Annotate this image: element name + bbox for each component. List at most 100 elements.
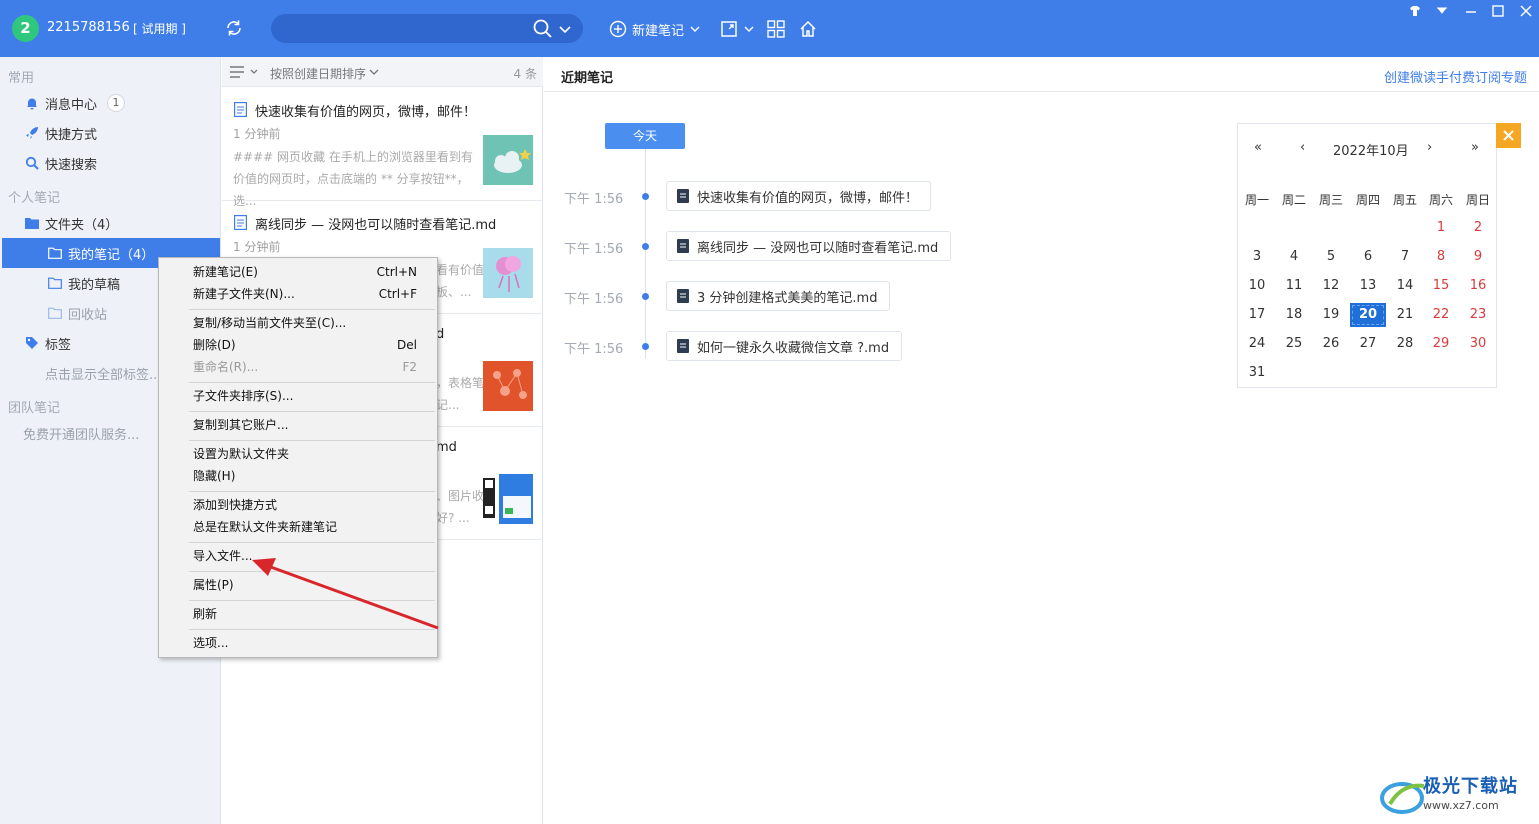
calendar-day[interactable]: 14 — [1387, 274, 1423, 298]
menu-item-always-default[interactable]: 总是在默认文件夹新建笔记 — [193, 516, 417, 538]
calendar-day[interactable]: 16 — [1460, 274, 1496, 298]
menu-item-label: 隐藏(H) — [193, 469, 236, 483]
menu-item-import-file[interactable]: 导入文件... — [193, 545, 417, 567]
sidebar-item-my-drafts[interactable]: 我的草稿 — [48, 268, 120, 298]
calendar-day[interactable]: 23 — [1460, 303, 1496, 327]
calendar-day[interactable]: 26 — [1313, 332, 1349, 356]
menu-item-copy-move[interactable]: 复制/移动当前文件夹至(C)... — [193, 312, 417, 334]
menu-item-hide[interactable]: 隐藏(H) — [193, 465, 417, 487]
menu-item-label: 子文件夹排序(S)... — [193, 389, 294, 403]
home-icon[interactable] — [798, 19, 818, 39]
note-title: md — [436, 440, 457, 455]
timeline-note-card[interactable]: 快速收集有价值的网页，微博，邮件！ — [666, 181, 932, 211]
skin-icon[interactable] — [1407, 3, 1423, 19]
maximize-icon[interactable] — [1490, 3, 1506, 19]
trial-badge[interactable]: [ 试用期 ] — [133, 20, 186, 37]
calendar-day[interactable]: 13 — [1350, 274, 1386, 298]
calendar-day[interactable]: 3 — [1239, 245, 1275, 269]
menu-item-new-subfolder[interactable]: 新建子文件夹(N)... Ctrl+F — [193, 283, 417, 305]
calendar-day[interactable]: 2 — [1460, 216, 1496, 240]
menu-item-set-default[interactable]: 设置为默认文件夹 — [193, 443, 417, 465]
menu-item-new-note[interactable]: 新建笔记(E) Ctrl+N — [193, 261, 417, 283]
close-icon[interactable] — [1496, 123, 1521, 148]
next-year-button[interactable]: » — [1471, 140, 1479, 155]
next-month-button[interactable]: › — [1427, 140, 1432, 155]
sidebar-team-hint[interactable]: 免费开通团队服务... — [23, 418, 139, 448]
menu-item-add-shortcut[interactable]: 添加到快捷方式 — [193, 494, 417, 516]
calendar-day[interactable]: 1 — [1423, 216, 1459, 240]
sidebar-item-quick-search[interactable]: 快速搜索 — [25, 148, 97, 178]
calendar-day[interactable]: 6 — [1350, 245, 1386, 269]
close-icon[interactable] — [1518, 3, 1534, 19]
timeline-note-card[interactable]: 离线同步 — 没网也可以随时查看笔记.md — [666, 231, 952, 261]
calendar-month-label: 2022年10月 — [1333, 144, 1409, 159]
minimize-icon[interactable] — [1463, 3, 1479, 19]
calendar-day[interactable]: 30 — [1460, 332, 1496, 356]
today-button[interactable]: 今天 — [605, 123, 685, 149]
menu-item-rename[interactable]: 重命名(R)... F2 — [193, 356, 417, 378]
menu-item-sort-subfolders[interactable]: 子文件夹排序(S)... — [193, 385, 417, 407]
timeline-time: 下午 1:56 — [564, 342, 624, 357]
prev-month-button[interactable]: ‹ — [1300, 140, 1305, 155]
sidebar-tags-hint[interactable]: 点击显示全部标签... — [45, 358, 161, 388]
calendar-day[interactable]: 19 — [1313, 303, 1349, 327]
menu-item-label: 添加到快捷方式 — [193, 498, 278, 512]
calendar-day[interactable]: 15 — [1423, 274, 1459, 298]
menu-item-options[interactable]: 选项... — [193, 632, 417, 654]
search-icon[interactable] — [532, 18, 554, 40]
timeline-note-card[interactable]: 3 分钟创建格式美美的笔记.md — [666, 281, 891, 311]
sidebar-item-tags[interactable]: 标签 — [25, 328, 71, 358]
prev-year-button[interactable]: « — [1254, 140, 1262, 155]
document-icon — [677, 189, 689, 203]
calendar-day[interactable]: 10 — [1239, 274, 1275, 298]
calendar-day[interactable]: 21 — [1387, 303, 1423, 327]
weekday-label: 周四 — [1355, 193, 1380, 207]
calendar-day[interactable]: 25 — [1276, 332, 1312, 356]
menu-icon[interactable] — [1434, 3, 1450, 19]
list-view-icon[interactable] — [230, 65, 260, 79]
sidebar-item-message-center[interactable]: 消息中心 1 — [25, 88, 126, 118]
calendar-day[interactable]: 4 — [1276, 245, 1312, 269]
calendar-day[interactable]: 17 — [1239, 303, 1275, 327]
calendar-day[interactable]: 11 — [1276, 274, 1312, 298]
grid-icon[interactable] — [766, 19, 786, 39]
chevron-down-icon[interactable] — [743, 19, 755, 39]
calendar-day[interactable]: 24 — [1239, 332, 1275, 356]
note-thumbnail — [483, 248, 533, 298]
sidebar-item-recycle-bin[interactable]: 回收站 — [48, 298, 107, 328]
calendar-day[interactable]: 18 — [1276, 303, 1312, 327]
sidebar-item-folders[interactable]: 文件夹（4） — [25, 208, 118, 238]
calendar-day[interactable]: 12 — [1313, 274, 1349, 298]
calendar-day[interactable]: 28 — [1387, 332, 1423, 356]
note-card[interactable]: 快速收集有价值的网页，微博，邮件！ 1 分钟前 #### 网页收藏 在手机上的浏… — [222, 88, 543, 208]
calendar-day[interactable]: 5 — [1313, 245, 1349, 269]
calendar-day-today[interactable]: 20 — [1350, 303, 1386, 327]
menu-item-delete[interactable]: 删除(D) Del — [193, 334, 417, 356]
user-id[interactable]: 2215788156 — [47, 20, 130, 35]
calendar-day[interactable]: 29 — [1423, 332, 1459, 356]
menu-item-copy-to-account[interactable]: 复制到其它账户... — [193, 414, 417, 436]
avatar[interactable]: 2 — [12, 15, 39, 42]
note-snippet: ，表格笔记... — [436, 376, 485, 412]
timeline-note-card[interactable]: 如何一键永久收藏微信文章 ?.md — [666, 331, 903, 361]
calendar-day[interactable]: 9 — [1460, 245, 1496, 269]
menu-item-label: 新建笔记(E) — [193, 265, 258, 279]
calendar-day[interactable]: 27 — [1350, 332, 1386, 356]
timeline-note-title: 快速收集有价值的网页，微博，邮件！ — [697, 190, 919, 206]
calendar-day[interactable]: 22 — [1423, 303, 1459, 327]
sync-icon[interactable] — [224, 18, 244, 38]
timeline-note-title: 离线同步 — 没网也可以随时查看笔记.md — [697, 240, 939, 256]
calendar-day[interactable]: 8 — [1423, 245, 1459, 269]
menu-item-refresh[interactable]: 刷新 — [193, 603, 417, 625]
sidebar-item-shortcuts[interactable]: 快捷方式 — [25, 118, 97, 148]
new-note-button[interactable]: 新建笔记 — [609, 19, 701, 39]
sort-dropdown[interactable]: 按照创建日期排序 — [270, 65, 366, 82]
subscription-link[interactable]: 创建微读手付费订阅专题 — [1384, 67, 1527, 86]
menu-item-properties[interactable]: 属性(P) — [193, 574, 417, 596]
page-title: 近期笔记 — [561, 71, 614, 86]
chevron-down-icon[interactable] — [558, 22, 572, 36]
calendar-day[interactable]: 31 — [1239, 361, 1275, 385]
expand-icon[interactable] — [719, 19, 739, 39]
calendar-day[interactable]: 7 — [1387, 245, 1423, 269]
timeline-dot — [642, 193, 649, 200]
